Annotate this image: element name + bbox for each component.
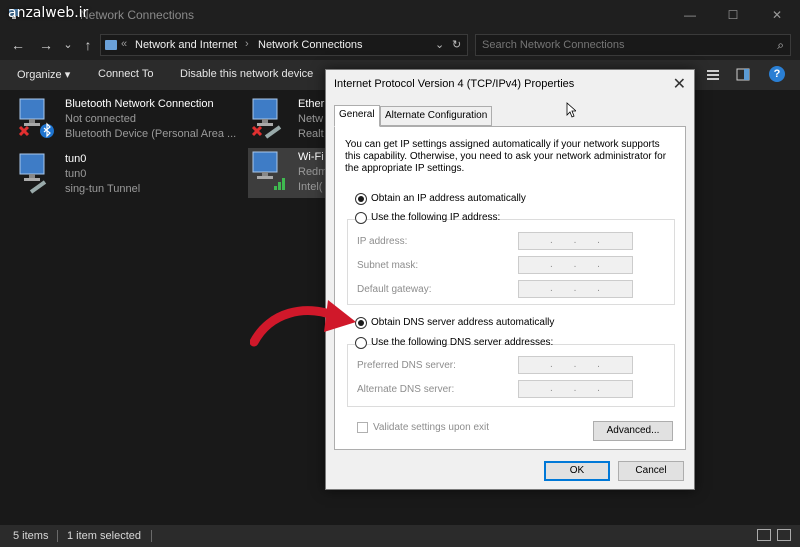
address-dropdown-icon[interactable]: ⌄ <box>435 38 444 51</box>
organize-menu[interactable]: Organize ▾ <box>17 68 70 81</box>
status-bar: 5 items 1 item selected <box>0 525 800 547</box>
connect-to-button[interactable]: Connect To <box>98 68 153 80</box>
dialog-description: You can get IP settings assigned automat… <box>345 139 667 174</box>
alternate-dns-field[interactable]: . . . <box>518 380 633 398</box>
general-tab-panel: You can get IP settings assigned automat… <box>334 126 686 450</box>
tunnel-network-icon <box>19 153 47 194</box>
subnet-mask-field[interactable]: . . . <box>518 256 633 274</box>
details-view-icon[interactable] <box>757 529 771 541</box>
tab-general[interactable]: General <box>334 105 380 127</box>
connection-status: Redm <box>298 166 328 178</box>
watermark-text: anzalweb.ir <box>8 5 89 21</box>
selection-count: 1 item selected <box>67 530 141 542</box>
preferred-dns-field[interactable]: . . . <box>518 356 633 374</box>
cancel-button[interactable]: Cancel <box>618 461 684 481</box>
window-title: Network Connections <box>80 8 195 22</box>
obtain-ip-auto-radio[interactable] <box>355 193 367 205</box>
search-input[interactable] <box>476 35 766 55</box>
tab-alternate-configuration[interactable]: Alternate Configuration <box>380 106 493 126</box>
breadcrumb-separator-icon: › <box>245 38 249 50</box>
close-button[interactable]: ✕ <box>762 5 792 25</box>
validate-label: Validate settings upon exit <box>373 422 490 433</box>
ip-address-field[interactable]: . . . <box>518 232 633 250</box>
connection-name: Ether <box>298 98 325 110</box>
forward-arrow-icon[interactable]: → <box>36 35 56 55</box>
control-panel-icon <box>105 40 117 50</box>
connection-device: Realt <box>298 128 324 140</box>
refresh-icon[interactable]: ↻ <box>452 38 461 51</box>
ip-address-label: IP address: <box>357 236 408 247</box>
connection-status: Netw <box>298 113 324 125</box>
connection-device: sing-tun Tunnel <box>65 183 141 195</box>
connection-status: Not connected <box>65 113 136 125</box>
status-divider <box>57 530 58 542</box>
validate-checkbox[interactable] <box>357 422 368 433</box>
mouse-cursor-icon <box>566 102 576 118</box>
disable-device-button[interactable]: Disable this network device <box>180 68 313 80</box>
change-view-icon[interactable] <box>706 68 720 82</box>
default-gateway-label: Default gateway: <box>357 284 432 295</box>
bluetooth-network-icon <box>18 98 54 138</box>
explorer-title-bar: Network Connections anzalweb.ir — ☐ ✕ <box>0 0 800 30</box>
back-arrow-icon[interactable]: ← <box>8 35 28 55</box>
up-arrow-icon[interactable]: ↑ <box>78 35 98 55</box>
large-icons-view-icon[interactable] <box>777 529 791 541</box>
search-box[interactable]: ⌕ <box>475 34 791 56</box>
breadcrumb-network-and-internet[interactable]: Network and Internet <box>135 39 237 51</box>
dialog-close-icon[interactable]: ✕ <box>673 74 686 94</box>
search-icon[interactable]: ⌕ <box>777 38 784 53</box>
subnet-mask-label: Subnet mask: <box>357 260 419 271</box>
alternate-dns-label: Alternate DNS server: <box>357 384 455 395</box>
advanced-button[interactable]: Advanced... <box>593 421 673 441</box>
use-ip-manual-option[interactable]: Use the following IP address: <box>355 212 500 226</box>
address-overflow-icon[interactable]: « <box>121 38 127 50</box>
ethernet-network-icon <box>251 98 282 139</box>
address-bar[interactable]: « Network and Internet › Network Connect… <box>100 34 468 56</box>
obtain-dns-auto-label: Obtain DNS server address automatically <box>371 317 555 328</box>
ok-button[interactable]: OK <box>544 461 610 481</box>
use-ip-manual-label: Use the following IP address: <box>371 212 501 223</box>
dialog-title: Internet Protocol Version 4 (TCP/IPv4) P… <box>334 78 575 90</box>
list-item-tun0[interactable]: tun0 tun0 sing-tun Tunnel <box>15 150 255 200</box>
red-arrow-icon <box>250 300 356 347</box>
default-gateway-field[interactable]: . . . <box>518 280 633 298</box>
recent-locations-chevron-icon[interactable]: ⌄ <box>58 35 78 55</box>
use-dns-manual-label: Use the following DNS server addresses: <box>371 337 554 348</box>
ipv4-properties-dialog: Internet Protocol Version 4 (TCP/IPv4) P… <box>325 69 695 490</box>
connection-name: Wi-Fi <box>298 151 324 163</box>
wifi-network-icon <box>252 151 285 190</box>
preferred-dns-label: Preferred DNS server: <box>357 360 456 371</box>
minimize-button[interactable]: — <box>675 5 705 25</box>
connection-device: Bluetooth Device (Personal Area ... <box>65 128 237 140</box>
help-icon[interactable]: ? <box>769 66 785 82</box>
maximize-button[interactable]: ☐ <box>718 5 748 25</box>
breadcrumb-network-connections[interactable]: Network Connections <box>258 39 363 51</box>
preview-pane-icon[interactable] <box>736 68 750 82</box>
list-item-bluetooth[interactable]: Bluetooth Network Connection Not connect… <box>15 95 255 145</box>
connection-name: Bluetooth Network Connection <box>65 98 214 110</box>
obtain-ip-auto-label: Obtain an IP address automatically <box>371 193 526 204</box>
address-row: ← → ⌄ ↑ « Network and Internet › Network… <box>0 30 800 60</box>
use-ip-manual-radio[interactable] <box>355 212 367 224</box>
connection-device: Intel( <box>298 181 323 193</box>
item-count: 5 items <box>13 530 49 542</box>
connection-status: tun0 <box>65 168 87 180</box>
connection-name: tun0 <box>65 153 87 165</box>
status-divider <box>151 530 152 542</box>
